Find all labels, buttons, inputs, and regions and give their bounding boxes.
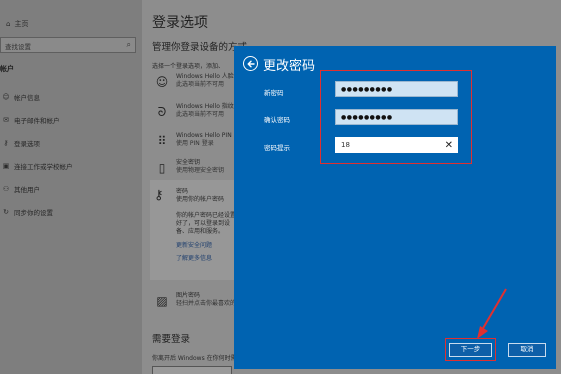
confirm-password-field[interactable]: ●●●●●●●●● bbox=[335, 109, 458, 125]
briefcase-icon: ▣ bbox=[2, 162, 10, 170]
home-icon: ⌂ bbox=[6, 20, 11, 28]
choose-option-text: 选择一个登录选项，添加、 bbox=[152, 63, 225, 70]
sidebar-item-sign-in-options[interactable]: ⚷ 登录选项 bbox=[2, 138, 40, 148]
option-subtitle: 此选项当前不可用 bbox=[176, 81, 225, 88]
confirm-password-value: ●●●●●●●●● bbox=[341, 114, 393, 121]
search-icon: ⌕ bbox=[126, 40, 131, 49]
new-password-value: ●●●●●●●●● bbox=[341, 86, 393, 93]
back-button[interactable] bbox=[243, 56, 258, 71]
password-subtitle-text: 使用你的帐户密码 bbox=[176, 196, 225, 203]
option-subtitle: 轻扫并点击你最喜欢的 bbox=[176, 300, 237, 307]
search-placeholder: 查找设置 bbox=[5, 43, 31, 51]
update-security-questions-link[interactable]: 更新安全问题 bbox=[176, 240, 212, 249]
fingerprint-icon: ᘐ bbox=[157, 105, 167, 119]
require-signin-dropdown[interactable] bbox=[152, 366, 232, 374]
sidebar-item-account-info[interactable]: ☺ 帐户信息 bbox=[2, 92, 40, 102]
clear-icon[interactable]: ✕ bbox=[445, 139, 453, 152]
cancel-button[interactable]: 取消 bbox=[508, 343, 546, 357]
sidebar-section-title: 帐户 bbox=[0, 65, 14, 73]
option-fingerprint[interactable]: ᘐ Windows Hello 指纹 此选项当前不可用 bbox=[152, 101, 244, 127]
option-face[interactable]: ☺ Windows Hello 人脸 此选项当前不可用 bbox=[152, 71, 244, 97]
picture-icon: ▨ bbox=[156, 294, 168, 308]
option-title: Windows Hello PIN bbox=[176, 132, 232, 139]
face-icon: ☺ bbox=[155, 75, 169, 89]
settings-sidebar: ⌂ 主页 查找设置 ⌕ 帐户 ☺ 帐户信息 ✉ 电子邮件和帐户 ⚷ 登录选项 ▣… bbox=[0, 0, 142, 374]
sidebar-item-other-users[interactable]: ⚇ 其他用户 bbox=[2, 184, 40, 194]
sidebar-item-sync[interactable]: ↻ 同步你的设置 bbox=[2, 207, 53, 217]
option-subtitle: 此选项当前不可用 bbox=[176, 111, 225, 118]
settings-search-input[interactable]: 查找设置 ⌕ bbox=[0, 37, 136, 53]
key-icon: ⚷ bbox=[3, 139, 9, 147]
option-subtitle: 使用 PIN 登录 bbox=[176, 140, 214, 147]
dialog-title: 更改密码 bbox=[263, 59, 316, 74]
option-subtitle: 使用物理安全密钥 bbox=[176, 167, 225, 174]
next-button[interactable]: 下一步 bbox=[449, 343, 492, 357]
sidebar-home[interactable]: ⌂ 主页 bbox=[6, 19, 28, 29]
password-hint-label: 密码提示 bbox=[264, 144, 290, 152]
sidebar-item-label: 登录选项 bbox=[14, 140, 40, 148]
people-icon: ⚇ bbox=[2, 185, 10, 193]
usb-key-icon: ▯ bbox=[158, 161, 166, 175]
person-icon: ☺ bbox=[2, 93, 10, 101]
sidebar-item-label: 其他用户 bbox=[14, 186, 40, 194]
sidebar-item-label: 电子邮件和帐户 bbox=[14, 117, 60, 125]
page-subtitle: 管理你登录设备的方式 bbox=[152, 42, 248, 53]
sidebar-item-label: 连接工作或学校帐户 bbox=[14, 163, 73, 171]
option-pin[interactable]: ⠿ Windows Hello PIN 使用 PIN 登录 bbox=[152, 130, 244, 156]
mail-icon: ✉ bbox=[3, 116, 9, 124]
require-signin-title: 需要登录 bbox=[152, 334, 191, 345]
option-password-expanded[interactable]: ⚷ 密码 使用你的帐户密码 你的帐户密码已经设置好了，可以登录到设备、应用和服务… bbox=[150, 180, 242, 280]
sidebar-item-email[interactable]: ✉ 电子邮件和帐户 bbox=[2, 115, 60, 125]
keypad-icon: ⠿ bbox=[157, 134, 167, 148]
confirm-password-label: 确认密码 bbox=[264, 116, 290, 124]
password-title: 密码 使用你的帐户密码 bbox=[176, 188, 224, 204]
new-password-field[interactable]: ●●●●●●●●● bbox=[335, 81, 458, 97]
new-password-label: 新密码 bbox=[264, 89, 284, 97]
sidebar-item-label: 帐户信息 bbox=[14, 94, 40, 102]
password-description: 你的帐户密码已经设置好了，可以登录到设备、应用和服务。 bbox=[176, 212, 237, 235]
key-icon: ⚷ bbox=[154, 188, 164, 203]
password-title-text: 密码 bbox=[176, 188, 189, 195]
option-title: Windows Hello 指纹 bbox=[176, 103, 234, 110]
option-picture-password[interactable]: ▨ 图片密码 轻扫并点击你最喜欢的 bbox=[152, 290, 244, 316]
sidebar-item-label: 同步你的设置 bbox=[14, 209, 53, 217]
change-password-dialog: 更改密码 新密码 ●●●●●●●●● 确认密码 ●●●●●●●●● 密码提示 1… bbox=[234, 46, 556, 369]
option-title: 图片密码 bbox=[176, 292, 201, 299]
back-arrow-icon bbox=[247, 60, 255, 67]
option-title: Windows Hello 人脸 bbox=[176, 73, 234, 80]
page-title: 登录选项 bbox=[152, 15, 208, 31]
option-title: 安全密钥 bbox=[176, 159, 201, 166]
sync-icon: ↻ bbox=[3, 208, 9, 216]
password-hint-field[interactable]: 18 ✕ bbox=[335, 137, 458, 153]
sidebar-item-work-school[interactable]: ▣ 连接工作或学校帐户 bbox=[2, 161, 73, 171]
password-hint-value: 18 bbox=[341, 141, 350, 149]
learn-more-link[interactable]: 了解更多信息 bbox=[176, 253, 212, 262]
sidebar-home-label: 主页 bbox=[14, 20, 29, 28]
